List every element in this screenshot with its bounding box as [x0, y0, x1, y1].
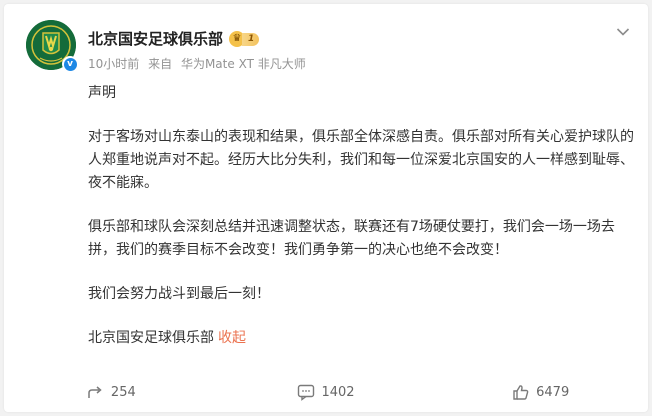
verified-badge-icon: v	[62, 56, 78, 72]
like-button[interactable]: 6479	[433, 374, 648, 410]
like-count: 6479	[536, 384, 570, 400]
paragraph: 俱乐部和球队会深刻总结并迅速调整状态，联赛还有7场硬仗要打，我们会一场一场去拼，…	[88, 219, 615, 258]
signature: 北京国安足球俱乐部	[88, 330, 214, 346]
paragraph: 对于客场对山东泰山的表现和结果，俱乐部全体深感自责。俱乐部对所有关心爱护球队的人…	[88, 129, 634, 191]
post-content: 声明 对于客场对山东泰山的表现和结果，俱乐部全体深感自责。俱乐部对所有关心爱护球…	[88, 82, 634, 350]
post-time[interactable]: 10小时前	[88, 57, 139, 71]
level-number: 1	[242, 32, 260, 46]
avatar[interactable]: v	[26, 20, 78, 72]
comment-button[interactable]: 1402	[219, 374, 434, 410]
collapse-link[interactable]: 收起	[218, 330, 246, 346]
like-icon	[513, 384, 529, 400]
signature-line: 北京国安足球俱乐部 收起	[88, 327, 634, 350]
share-icon	[88, 386, 102, 398]
statement-title: 声明	[88, 85, 116, 101]
source-prefix: 来自	[148, 57, 173, 71]
member-level-badge[interactable]: ♛ 1	[229, 31, 260, 47]
share-count: 254	[110, 384, 136, 400]
comment-count: 1402	[321, 384, 355, 400]
post-meta: 10小时前 来自 华为Mate XT 非凡大师	[88, 57, 311, 71]
comment-icon	[298, 384, 315, 401]
action-bar: 254 1402 6479	[4, 374, 648, 410]
source-device: 华为Mate XT 非凡大师	[180, 57, 306, 71]
weibo-post-card: v 北京国安足球俱乐部 ♛ 1 10小时前 来自 华为Mate XT 非凡大师 …	[4, 4, 648, 412]
share-button[interactable]: 254	[4, 374, 219, 410]
paragraph: 我们会努力战斗到最后一刻！	[88, 286, 270, 302]
author-name[interactable]: 北京国安足球俱乐部	[88, 30, 223, 48]
chevron-down-icon[interactable]	[616, 22, 630, 36]
